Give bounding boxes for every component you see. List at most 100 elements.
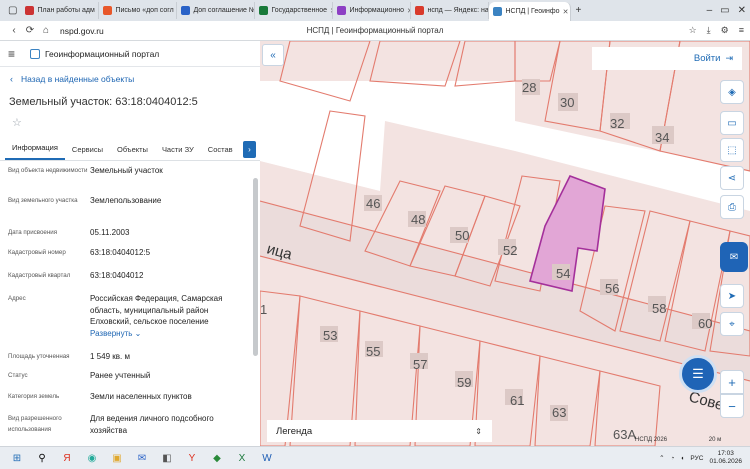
download-icon[interactable]: ⤓ xyxy=(707,25,711,36)
login-button[interactable]: Войти ⇥ xyxy=(592,47,742,70)
minimize-icon[interactable]: – xyxy=(703,5,717,16)
attr-value: Землепользование xyxy=(90,196,162,205)
maximize-icon[interactable]: ▭ xyxy=(716,5,733,16)
chevron-up-icon[interactable]: ⌃ xyxy=(659,454,664,462)
ruler-icon[interactable]: ▭ xyxy=(720,111,744,135)
chat-bubble-icon[interactable]: ☰ xyxy=(679,355,717,393)
close-window-icon[interactable]: ✕ xyxy=(734,5,750,16)
parcel-number: 53 xyxy=(323,328,337,343)
chevron-left-icon: ‹ xyxy=(10,74,13,84)
tab-label: Государственное xyxy=(271,7,328,14)
login-label: Войти xyxy=(693,53,721,64)
tab-menu-icon[interactable]: ▢ xyxy=(4,5,21,16)
attr-value: 05.11.2003 xyxy=(90,228,130,237)
tab-objects[interactable]: Объекты xyxy=(110,145,155,160)
tab-favicon-icon xyxy=(103,6,113,15)
selection-icon[interactable]: ⬚ xyxy=(720,138,744,162)
parcel-number: 54 xyxy=(556,266,570,281)
bookmark-icon[interactable]: ☆ xyxy=(689,25,697,36)
browser-tab[interactable]: План работы адм✕ xyxy=(21,2,100,19)
tab-favicon-icon xyxy=(25,6,35,15)
tab-land-parts[interactable]: Части ЗУ xyxy=(155,145,201,160)
word-icon[interactable]: W xyxy=(259,451,275,465)
attr-key: Вид разрешенного использования xyxy=(8,415,62,433)
browser-menu-icon[interactable]: ≡ xyxy=(739,25,744,36)
map-scale: НСПД 2026 20 м xyxy=(635,437,721,443)
menu-icon[interactable]: ≡ xyxy=(8,47,22,61)
parcel-number: 48 xyxy=(411,212,425,227)
browser-tab[interactable]: нспд — Яндекс: на✕ xyxy=(411,2,490,19)
tab-close-icon[interactable]: ✕ xyxy=(560,8,569,16)
zoom-out-button[interactable]: − xyxy=(720,394,744,418)
parcel-number: 63А xyxy=(613,427,636,442)
back-arrow-icon[interactable]: ‹ xyxy=(6,25,22,36)
security-icon[interactable]: ◆ xyxy=(209,451,225,465)
parcel-number: 61 xyxy=(510,393,524,408)
expand-link[interactable]: Развернуть xyxy=(90,329,132,338)
refresh-icon[interactable]: ⟳ xyxy=(22,25,38,36)
excel-icon[interactable]: X xyxy=(234,451,250,465)
mail-icon[interactable]: ✉ xyxy=(134,451,150,465)
panel-header: ≡ Геоинформационный портал xyxy=(0,41,260,67)
clock[interactable]: 17:03 01.06.2026 xyxy=(709,450,742,466)
parcel-number: 52 xyxy=(503,243,517,258)
explorer-icon[interactable]: ▣ xyxy=(109,451,125,465)
portal-title: Геоинформационный портал xyxy=(45,48,160,59)
site-info-icon[interactable]: ⌂ xyxy=(38,25,54,36)
back-to-results-link[interactable]: ‹ Назад в найденные объекты xyxy=(0,67,260,91)
tabs-scroll-right-button[interactable]: › xyxy=(243,141,256,158)
layers-icon[interactable]: ◈ xyxy=(720,80,744,104)
chrome-icon[interactable]: ◉ xyxy=(84,451,100,465)
cadastral-map[interactable]: 28 30 32 34 46 48 50 52 54 56 58 60 53 5… xyxy=(260,41,750,446)
attr-row: Дата присвоения 05.11.2003 xyxy=(8,227,250,239)
parcel-number: 58 xyxy=(652,301,666,316)
scale-length: 20 м xyxy=(708,437,722,443)
object-info-panel: ≡ Геоинформационный портал ‹ Назад в най… xyxy=(0,41,260,446)
attr-row: Вид земельного участка Землепользование xyxy=(8,195,250,207)
browser-tab-strip: ▢ План работы адм✕Письмо «доп согл✕Доп с… xyxy=(0,0,750,21)
os-taskbar: ⊞ ⚲ Я ◉ ▣ ✉ ◧ Y ◆ X W ⌃ ◔ ◖ РУС 17:03 01… xyxy=(0,446,750,469)
camera-icon[interactable]: ◧ xyxy=(159,451,175,465)
browser-tab[interactable]: Информационно✕ xyxy=(333,2,412,19)
locate-icon[interactable]: ➤ xyxy=(720,284,744,308)
pin-icon[interactable]: ⌖ xyxy=(720,312,744,336)
browser-tab[interactable]: Государственное✕ xyxy=(255,2,334,19)
tab-label: Информационно xyxy=(349,7,405,14)
tab-information[interactable]: Информация xyxy=(5,143,65,160)
favorite-star-icon[interactable]: ☆ xyxy=(12,116,260,136)
yandex-icon[interactable]: Я xyxy=(59,451,75,465)
url-text[interactable]: nspd.gov.ru xyxy=(60,26,104,36)
tab-composition[interactable]: Состав xyxy=(201,145,240,160)
parcel-number: 60 xyxy=(698,316,712,331)
browser-tab[interactable]: Письмо «доп согл✕ xyxy=(99,2,178,19)
collapse-panel-button[interactable]: « xyxy=(262,44,284,66)
new-tab-button[interactable]: + xyxy=(571,5,585,16)
volume-icon[interactable]: ◖ xyxy=(680,455,684,462)
share-icon[interactable]: ⋖ xyxy=(720,166,744,190)
address-bar: ‹ ⟳ ⌂ nspd.gov.ru НСПД | Геоинформационн… xyxy=(0,21,750,41)
legend-dropdown[interactable]: Легенда ⇕ xyxy=(267,420,492,442)
info-tabs: Информация Сервисы Объекты Части ЗУ Сост… xyxy=(0,139,260,161)
zoom-in-button[interactable]: + xyxy=(720,370,744,394)
support-chat-icon[interactable]: ✉ xyxy=(720,242,748,272)
start-icon[interactable]: ⊞ xyxy=(9,451,25,465)
attr-value: 63:18:0404012:5 xyxy=(90,248,151,257)
tab-favicon-icon xyxy=(181,6,191,15)
browser-tab[interactable]: НСПД | Геоинфо ✕ xyxy=(489,2,572,21)
language-indicator[interactable]: РУС xyxy=(690,455,703,462)
attr-row: Кадастровый номер 63:18:0404012:5 xyxy=(8,247,250,259)
browser-tab[interactable]: Доп соглашение №✕ xyxy=(177,2,256,19)
tab-services[interactable]: Сервисы xyxy=(65,145,110,160)
attr-key: Кадастровый квартал xyxy=(8,272,71,279)
parcel-number: 34 xyxy=(655,130,669,145)
print-icon[interactable]: ⎙ xyxy=(720,195,744,219)
chevron-down-icon[interactable]: ⌄ xyxy=(132,329,142,338)
yandex-browser-icon[interactable]: Y xyxy=(184,451,200,465)
extensions-icon[interactable]: ⚙ xyxy=(721,25,729,36)
wifi-icon[interactable]: ◔ xyxy=(671,455,675,462)
portal-logo-icon xyxy=(30,48,40,59)
search-icon[interactable]: ⚲ xyxy=(34,451,50,465)
panel-scrollbar[interactable] xyxy=(253,178,258,356)
tab-close-icon[interactable]: ✕ xyxy=(404,7,410,15)
expand-collapse-icon: ⇕ xyxy=(475,426,482,436)
